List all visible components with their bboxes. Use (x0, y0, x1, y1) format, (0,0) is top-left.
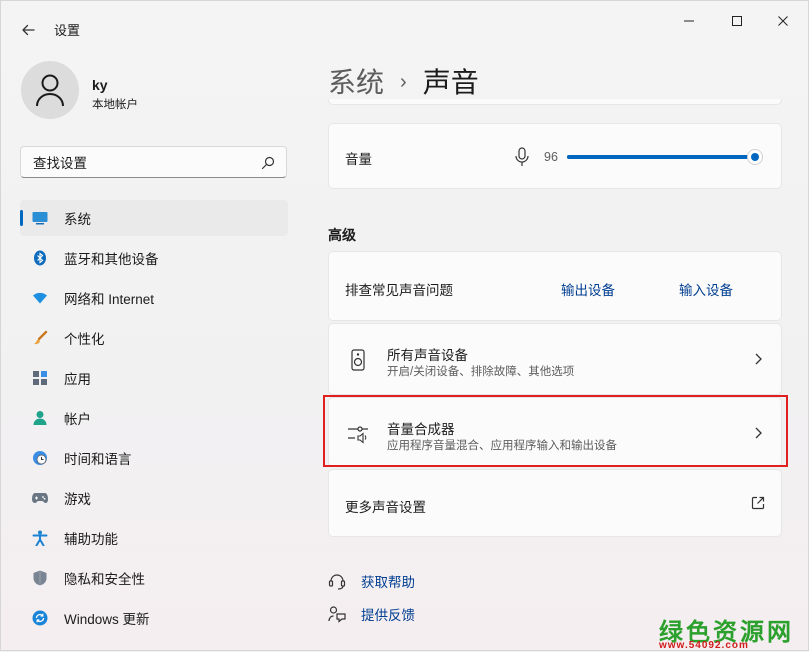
previous-settings-card (328, 99, 782, 105)
sidebar-item-bluetooth[interactable]: 蓝牙和其他设备 (20, 240, 288, 276)
watermark: 绿色资源网 www.54092.com (651, 609, 809, 652)
minimize-icon (684, 20, 694, 22)
shield-icon (32, 570, 48, 586)
accessibility-icon (32, 530, 48, 546)
slider-fill (567, 155, 755, 159)
person-icon (36, 74, 64, 107)
page-title: 声音 (422, 67, 479, 98)
sidebar-item-label: 网络和 Internet (64, 292, 155, 307)
user-name: ky (92, 77, 108, 93)
minimize-button[interactable] (669, 7, 709, 35)
feedback-link[interactable]: 提供反馈 (328, 603, 415, 625)
chevron-right-icon (755, 353, 762, 365)
avatar[interactable] (21, 61, 79, 119)
sidebar-item-label: 个性化 (64, 332, 105, 347)
row-title: 音量合成器 (387, 422, 455, 437)
sidebar-item-accessibility[interactable]: 辅助功能 (20, 520, 288, 556)
all-sound-devices-row[interactable]: 所有声音设备 开启/关闭设备、排除故障、其他选项 (328, 323, 782, 395)
sidebar-nav: 系统 蓝牙和其他设备 网络和 Internet 个性化 应用 帐户 时间和语言 (20, 200, 288, 640)
back-button[interactable] (15, 17, 41, 43)
search-icon (261, 156, 275, 170)
brush-icon (32, 330, 48, 346)
troubleshoot-card: 排查常见声音问题 输出设备 输入设备 (328, 251, 782, 321)
microphone-icon[interactable] (515, 147, 529, 167)
row-subtitle: 开启/关闭设备、排除故障、其他选项 (387, 366, 575, 378)
clock-globe-icon (32, 450, 48, 466)
breadcrumb-parent[interactable]: 系统 (328, 67, 384, 98)
apps-icon (32, 370, 48, 386)
sidebar-item-label: 时间和语言 (64, 452, 132, 467)
troubleshoot-label: 排查常见声音问题 (345, 283, 453, 298)
help-icon (328, 574, 346, 590)
search-input[interactable] (31, 153, 255, 173)
account-icon (32, 410, 48, 426)
maximize-button[interactable] (717, 7, 757, 35)
back-arrow-icon (22, 24, 35, 36)
sidebar-item-label: 游戏 (64, 492, 91, 507)
volume-mixer-icon (348, 426, 368, 444)
sidebar-item-windows-update[interactable]: Windows 更新 (20, 600, 288, 636)
account-type: 本地帐户 (92, 99, 138, 111)
get-help-link[interactable]: 获取帮助 (328, 570, 415, 592)
breadcrumb-separator: › (400, 71, 407, 93)
sidebar-item-network[interactable]: 网络和 Internet (20, 280, 288, 316)
sidebar-item-time-language[interactable]: 时间和语言 (20, 440, 288, 476)
row-title: 所有声音设备 (387, 348, 468, 363)
input-devices-link[interactable]: 输入设备 (679, 279, 733, 299)
breadcrumb: 系统 › 声音 (328, 61, 479, 101)
section-title-advanced: 高级 (328, 227, 356, 243)
title-bar: 设置 (1, 1, 808, 57)
bluetooth-icon (32, 250, 48, 266)
update-icon (32, 610, 48, 626)
output-devices-link[interactable]: 输出设备 (561, 279, 615, 299)
feedback-label: 提供反馈 (361, 608, 415, 623)
volume-slider[interactable] (567, 150, 767, 164)
watermark-url: www.54092.com (659, 640, 749, 651)
volume-mixer-row[interactable]: 音量合成器 应用程序音量混合、应用程序输入和输出设备 (328, 397, 782, 467)
chevron-right-icon (755, 427, 762, 439)
sidebar-item-label: 系统 (64, 212, 91, 227)
sidebar-item-label: 帐户 (64, 412, 91, 427)
sidebar-item-system[interactable]: 系统 (20, 200, 288, 236)
slider-thumb[interactable] (748, 150, 762, 164)
close-icon (778, 16, 788, 26)
sidebar-item-label: 蓝牙和其他设备 (64, 252, 159, 267)
system-icon (32, 210, 48, 226)
more-sound-settings-label: 更多声音设置 (345, 500, 426, 515)
sidebar-item-gaming[interactable]: 游戏 (20, 480, 288, 516)
search-box[interactable] (20, 146, 287, 178)
speaker-icon (351, 349, 365, 371)
sidebar-item-label: Windows 更新 (64, 612, 150, 627)
close-button[interactable] (763, 7, 803, 35)
wifi-icon (32, 290, 48, 306)
sidebar-item-label: 应用 (64, 372, 91, 387)
volume-value: 96 (544, 150, 558, 164)
feedback-icon (328, 606, 346, 623)
sidebar-item-label: 隐私和安全性 (64, 572, 145, 587)
row-subtitle: 应用程序音量混合、应用程序输入和输出设备 (387, 440, 617, 452)
sidebar-item-personalization[interactable]: 个性化 (20, 320, 288, 356)
settings-window: 设置 ky 本地帐户 系统 蓝牙和其他设备 网络和 Internet (0, 0, 809, 651)
sidebar-item-privacy[interactable]: 隐私和安全性 (20, 560, 288, 596)
sidebar-item-label: 辅助功能 (64, 532, 118, 547)
sidebar-item-apps[interactable]: 应用 (20, 360, 288, 396)
open-external-icon (751, 496, 765, 510)
maximize-icon (732, 16, 742, 26)
app-title: 设置 (54, 23, 81, 38)
sidebar-item-accounts[interactable]: 帐户 (20, 400, 288, 436)
volume-card: 音量 96 (328, 123, 782, 189)
volume-label: 音量 (345, 152, 372, 167)
get-help-label: 获取帮助 (361, 575, 415, 590)
gamepad-icon (32, 490, 48, 506)
more-sound-settings-row[interactable]: 更多声音设置 (328, 469, 782, 537)
